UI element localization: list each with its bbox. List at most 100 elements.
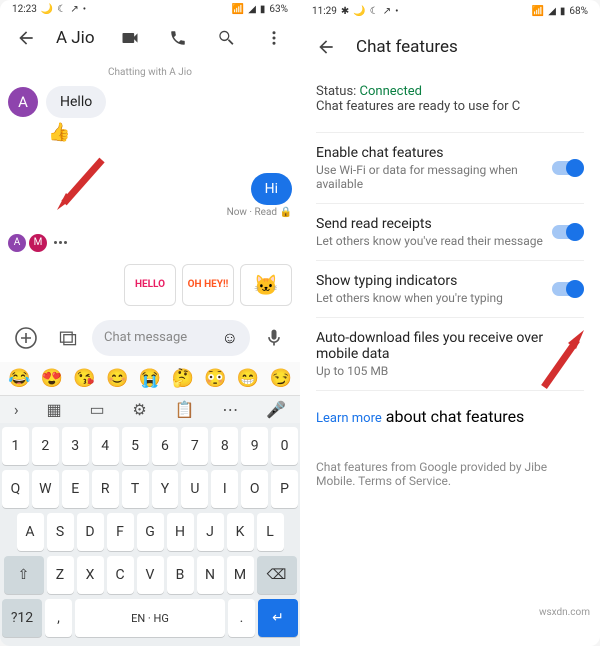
emoji-item[interactable]: 😍 <box>41 368 63 389</box>
emoji-item[interactable]: 😊 <box>106 368 128 389</box>
key-z[interactable]: Z <box>47 556 74 594</box>
key-symbols[interactable]: ?12 <box>2 599 42 637</box>
emoji-item[interactable]: 😏 <box>270 368 292 389</box>
key-s[interactable]: S <box>47 513 74 551</box>
emoji-item[interactable]: 😳 <box>204 368 226 389</box>
setting-title: Enable chat features <box>316 145 552 161</box>
chat-title[interactable]: A Jio <box>56 28 100 48</box>
key-2[interactable]: 2 <box>32 427 59 465</box>
compose-input[interactable]: Chat message ☺ <box>92 320 250 356</box>
key-f[interactable]: F <box>107 513 134 551</box>
key-e[interactable]: E <box>62 470 89 508</box>
toggle-typing-indicators[interactable] <box>552 281 584 297</box>
provider-footer: Chat features from Google provided by Ji… <box>316 460 584 488</box>
call-button[interactable] <box>160 20 196 56</box>
key-g[interactable]: G <box>137 513 164 551</box>
contact-avatar[interactable]: A <box>8 87 38 117</box>
key-i[interactable]: I <box>211 470 238 508</box>
key-d[interactable]: D <box>77 513 104 551</box>
emoji-item[interactable]: 😭 <box>139 368 161 389</box>
setting-read-receipts[interactable]: Send read receipts Let others know you'v… <box>316 203 584 260</box>
key-enter[interactable]: ↵ <box>258 599 298 637</box>
key-period[interactable]: . <box>228 599 255 637</box>
kb-gif-icon[interactable]: ▭ <box>89 400 104 419</box>
key-6[interactable]: 6 <box>152 427 179 465</box>
key-1[interactable]: 1 <box>2 427 29 465</box>
mic-button[interactable] <box>256 320 292 356</box>
key-q[interactable]: Q <box>2 470 29 508</box>
more-button[interactable] <box>256 20 292 56</box>
wifi-icon: 📶 <box>532 6 544 17</box>
key-m[interactable]: M <box>227 556 254 594</box>
key-y[interactable]: Y <box>152 470 179 508</box>
key-space[interactable]: EN · HG <box>75 599 225 637</box>
compose-placeholder: Chat message <box>104 330 222 345</box>
back-button[interactable] <box>8 20 44 56</box>
key-t[interactable]: T <box>122 470 149 508</box>
learn-more-link[interactable]: Learn more <box>316 411 382 426</box>
key-c[interactable]: C <box>107 556 134 594</box>
key-n[interactable]: N <box>197 556 224 594</box>
emoji-item[interactable]: 😘 <box>73 368 95 389</box>
dnd-icon: ☾ <box>57 4 66 15</box>
key-9[interactable]: 9 <box>241 427 268 465</box>
key-p[interactable]: P <box>271 470 298 508</box>
kb-more-icon[interactable]: ⋯ <box>222 400 238 419</box>
key-j[interactable]: J <box>197 513 224 551</box>
key-u[interactable]: U <box>181 470 208 508</box>
key-r[interactable]: R <box>92 470 119 508</box>
sticker-hey[interactable]: OH HEY!! <box>182 264 234 306</box>
video-call-button[interactable] <box>112 20 148 56</box>
emoji-item[interactable]: 😂 <box>8 368 30 389</box>
key-x[interactable]: X <box>77 556 104 594</box>
key-7[interactable]: 7 <box>181 427 208 465</box>
reaction-emoji[interactable]: 👍 <box>48 122 292 143</box>
setting-enable-chat[interactable]: Enable chat features Use Wi-Fi or data f… <box>316 132 584 203</box>
kb-chevron-icon[interactable]: › <box>14 400 19 419</box>
add-button[interactable] <box>8 320 44 356</box>
emoji-item[interactable]: 😁 <box>237 368 259 389</box>
key-4[interactable]: 4 <box>92 427 119 465</box>
key-w[interactable]: W <box>32 470 59 508</box>
kb-clipboard-icon[interactable]: 📋 <box>175 400 195 419</box>
key-3[interactable]: 3 <box>62 427 89 465</box>
typing-indicator: A M <box>8 234 292 252</box>
notif-icon: ✱ <box>341 6 349 17</box>
battery-pct: 63% <box>269 4 288 15</box>
key-k[interactable]: K <box>227 513 254 551</box>
back-button[interactable] <box>308 29 344 65</box>
key-shift[interactable]: ⇧ <box>4 556 44 594</box>
key-5[interactable]: 5 <box>122 427 149 465</box>
status-bar: 12:23 🌙 ☾ ↗ • 📶 ◢ ▮ 63% <box>0 0 300 18</box>
setting-desc: Use Wi-Fi or data for messaging when ava… <box>316 163 552 191</box>
key-a[interactable]: A <box>17 513 44 551</box>
key-b[interactable]: B <box>167 556 194 594</box>
kb-sticker-icon[interactable]: ▦ <box>47 400 62 419</box>
setting-typing-indicators[interactable]: Show typing indicators Let others know w… <box>316 260 584 317</box>
toggle-read-receipts[interactable] <box>552 224 584 240</box>
key-0[interactable]: 0 <box>271 427 298 465</box>
key-h[interactable]: H <box>167 513 194 551</box>
kb-settings-icon[interactable]: ⚙ <box>132 400 146 419</box>
key-l[interactable]: L <box>257 513 284 551</box>
key-8[interactable]: 8 <box>211 427 238 465</box>
kb-mic-icon[interactable]: 🎤 <box>266 400 286 419</box>
key-comma[interactable]: , <box>45 599 72 637</box>
key-v[interactable]: V <box>137 556 164 594</box>
key-o[interactable]: O <box>241 470 268 508</box>
incoming-message[interactable]: Hello <box>46 86 106 118</box>
carrier-icon: ↗ <box>70 4 78 15</box>
gallery-button[interactable] <box>50 320 86 356</box>
search-button[interactable] <box>208 20 244 56</box>
emoji-item[interactable]: 🤔 <box>171 368 193 389</box>
battery-icon: ▮ <box>260 4 266 15</box>
outgoing-message[interactable]: Hi <box>251 173 292 205</box>
emoji-picker-button[interactable]: ☺ <box>222 328 238 348</box>
key-backspace[interactable]: ⌫ <box>257 556 297 594</box>
sticker-hello[interactable]: HELLO <box>124 264 176 306</box>
settings-header: Chat features <box>300 22 600 72</box>
sticker-cat[interactable]: 🐱 <box>240 264 292 306</box>
wifi-icon: 📶 <box>232 4 244 15</box>
signal-icon: ◢ <box>548 6 556 17</box>
toggle-enable-chat[interactable] <box>552 160 584 176</box>
